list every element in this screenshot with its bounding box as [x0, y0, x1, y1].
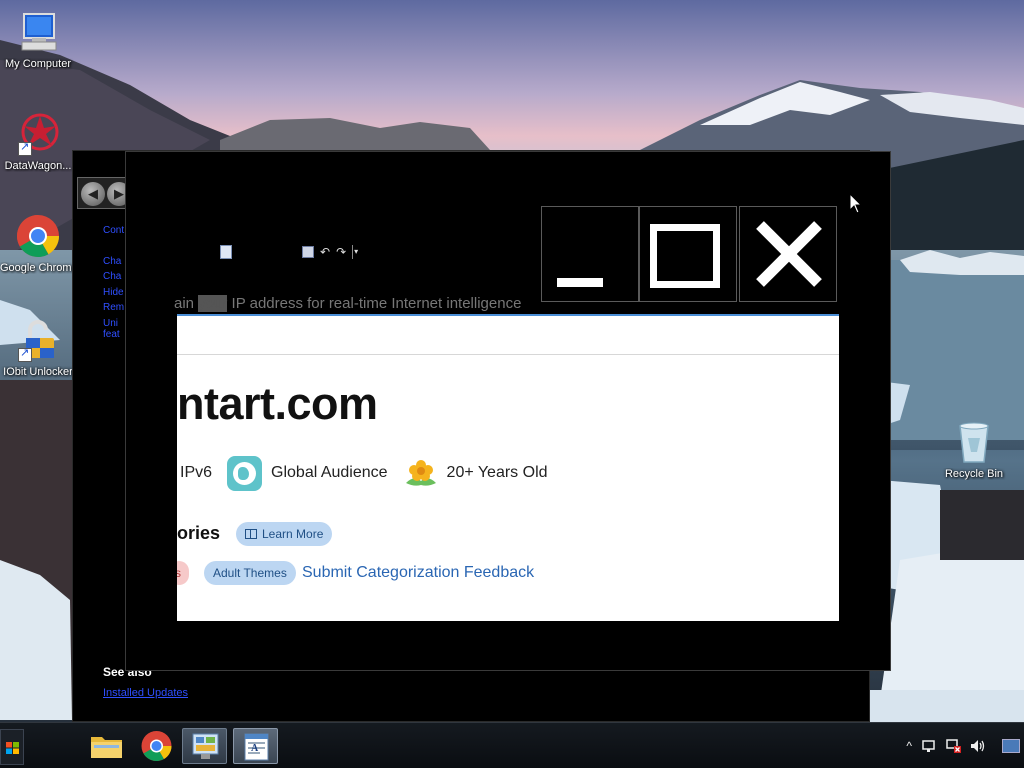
quick-access-toolbar: ↶ ↷ ▾ — [220, 244, 361, 260]
taskbar-chrome[interactable] — [134, 728, 179, 764]
desktop-icon-iobit-unlocker[interactable]: IObit Unlocker — [0, 318, 76, 378]
desktop-icon-recycle-bin[interactable]: Recycle Bin — [936, 420, 1012, 480]
faded-text-start: ain — [174, 295, 199, 312]
recycle-bin-icon — [952, 420, 996, 464]
embedded-web-content: ntart.com IPv6 Global Audience 20+ Years… — [177, 314, 839, 621]
system-tray: ^ — [906, 723, 1024, 768]
shortcut-arrow-icon — [18, 346, 32, 362]
show-hidden-icons-button[interactable]: ^ — [906, 739, 912, 753]
redo-icon[interactable]: ↷ — [336, 246, 346, 258]
task-link[interactable]: Rem — [103, 300, 125, 316]
desktop-icon-label: My Computer — [4, 58, 72, 70]
folder-icon — [91, 737, 122, 758]
start-button[interactable] — [0, 729, 24, 765]
action-center-icon[interactable] — [922, 739, 938, 753]
task-link[interactable]: feat — [103, 327, 125, 343]
desktop-icon-google-chrome[interactable]: Google Chrome — [0, 214, 76, 274]
maximize-icon — [650, 224, 720, 288]
globe-icon — [227, 455, 263, 491]
mouse-cursor-icon — [849, 193, 863, 214]
fact-years-old: 20+ Years Old — [446, 464, 548, 481]
network-disconnected-icon[interactable] — [946, 738, 962, 754]
minimize-icon — [557, 278, 603, 287]
desktop-icon-label: DataWagon... — [4, 160, 72, 172]
shortcut-arrow-icon — [18, 140, 32, 156]
top-border — [177, 314, 839, 316]
task-link[interactable]: Cha — [103, 254, 125, 270]
desktop-icon-datawagon[interactable]: DataWagon... — [0, 112, 76, 172]
fact-global-audience: Global Audience — [271, 464, 388, 481]
task-links: Cont Cha Cha Hide Rem Uni feat — [103, 223, 125, 343]
category-chip-adult-themes[interactable]: Adult Themes — [204, 561, 296, 585]
desktop-icon-label: IObit Unlocker — [3, 366, 73, 378]
task-link[interactable]: Cha — [103, 269, 125, 285]
domain-facts: IPv6 Global Audience 20+ Years Old — [177, 455, 548, 491]
taskbar-file-explorer[interactable] — [84, 728, 129, 764]
domain-heading: ntart.com — [177, 378, 378, 429]
faded-text-end: IP address for real-time Internet intell… — [227, 295, 522, 312]
close-icon — [756, 221, 822, 287]
back-button[interactable]: ◀ — [81, 182, 105, 206]
divider — [177, 354, 839, 355]
maximize-button[interactable] — [639, 206, 737, 302]
unlocker-icon — [16, 318, 60, 362]
datawagon-icon — [16, 112, 60, 156]
control-panel-icon — [192, 733, 219, 759]
task-link[interactable]: Cont — [103, 223, 125, 239]
computer-icon — [16, 10, 60, 54]
faded-document-text: ain your IP address for real-time Intern… — [174, 295, 521, 312]
flower-icon — [404, 457, 438, 489]
navigation-buttons: ◀ ▶ — [77, 177, 131, 209]
fact-ipv6: IPv6 — [180, 464, 213, 481]
volume-icon[interactable] — [970, 739, 988, 753]
desktop-icon-label: Recycle Bin — [944, 468, 1004, 480]
category-chip-partial[interactable]: ks — [177, 561, 189, 585]
learn-more-button[interactable]: Learn More — [236, 522, 333, 546]
task-link[interactable]: Hide — [103, 285, 125, 301]
wordpad-icon: A — [244, 733, 269, 761]
desktop-icon-my-computer[interactable]: My Computer — [0, 10, 76, 70]
taskbar-wordpad[interactable]: A — [233, 728, 278, 764]
book-icon — [245, 529, 257, 539]
windows-logo-icon — [6, 742, 19, 754]
document-icon[interactable] — [220, 245, 232, 259]
chrome-icon — [16, 214, 60, 258]
save-icon[interactable] — [302, 246, 314, 258]
wordpad-window: ↶ ↷ ▾ ain your IP address for real-time … — [125, 151, 891, 671]
show-desktop-button[interactable] — [1002, 739, 1020, 753]
taskbar-control-panel[interactable] — [182, 728, 227, 764]
minimize-button[interactable] — [541, 206, 639, 302]
learn-more-label: Learn More — [262, 527, 324, 541]
installed-updates-link[interactable]: Installed Updates — [103, 687, 188, 699]
svg-text:A: A — [251, 743, 259, 754]
undo-icon[interactable]: ↶ — [320, 246, 330, 258]
taskbar: A ^ — [0, 722, 1024, 768]
faded-text-highlight: your — [198, 295, 228, 312]
categories-title: ories — [177, 523, 221, 543]
close-button[interactable] — [739, 206, 837, 302]
desktop-icon-label: Google Chrome — [0, 262, 76, 274]
chrome-icon — [141, 731, 172, 762]
customize-toolbar-dropdown[interactable]: ▾ — [352, 245, 361, 259]
submit-feedback-link[interactable]: Submit Categorization Feedback — [302, 562, 534, 584]
